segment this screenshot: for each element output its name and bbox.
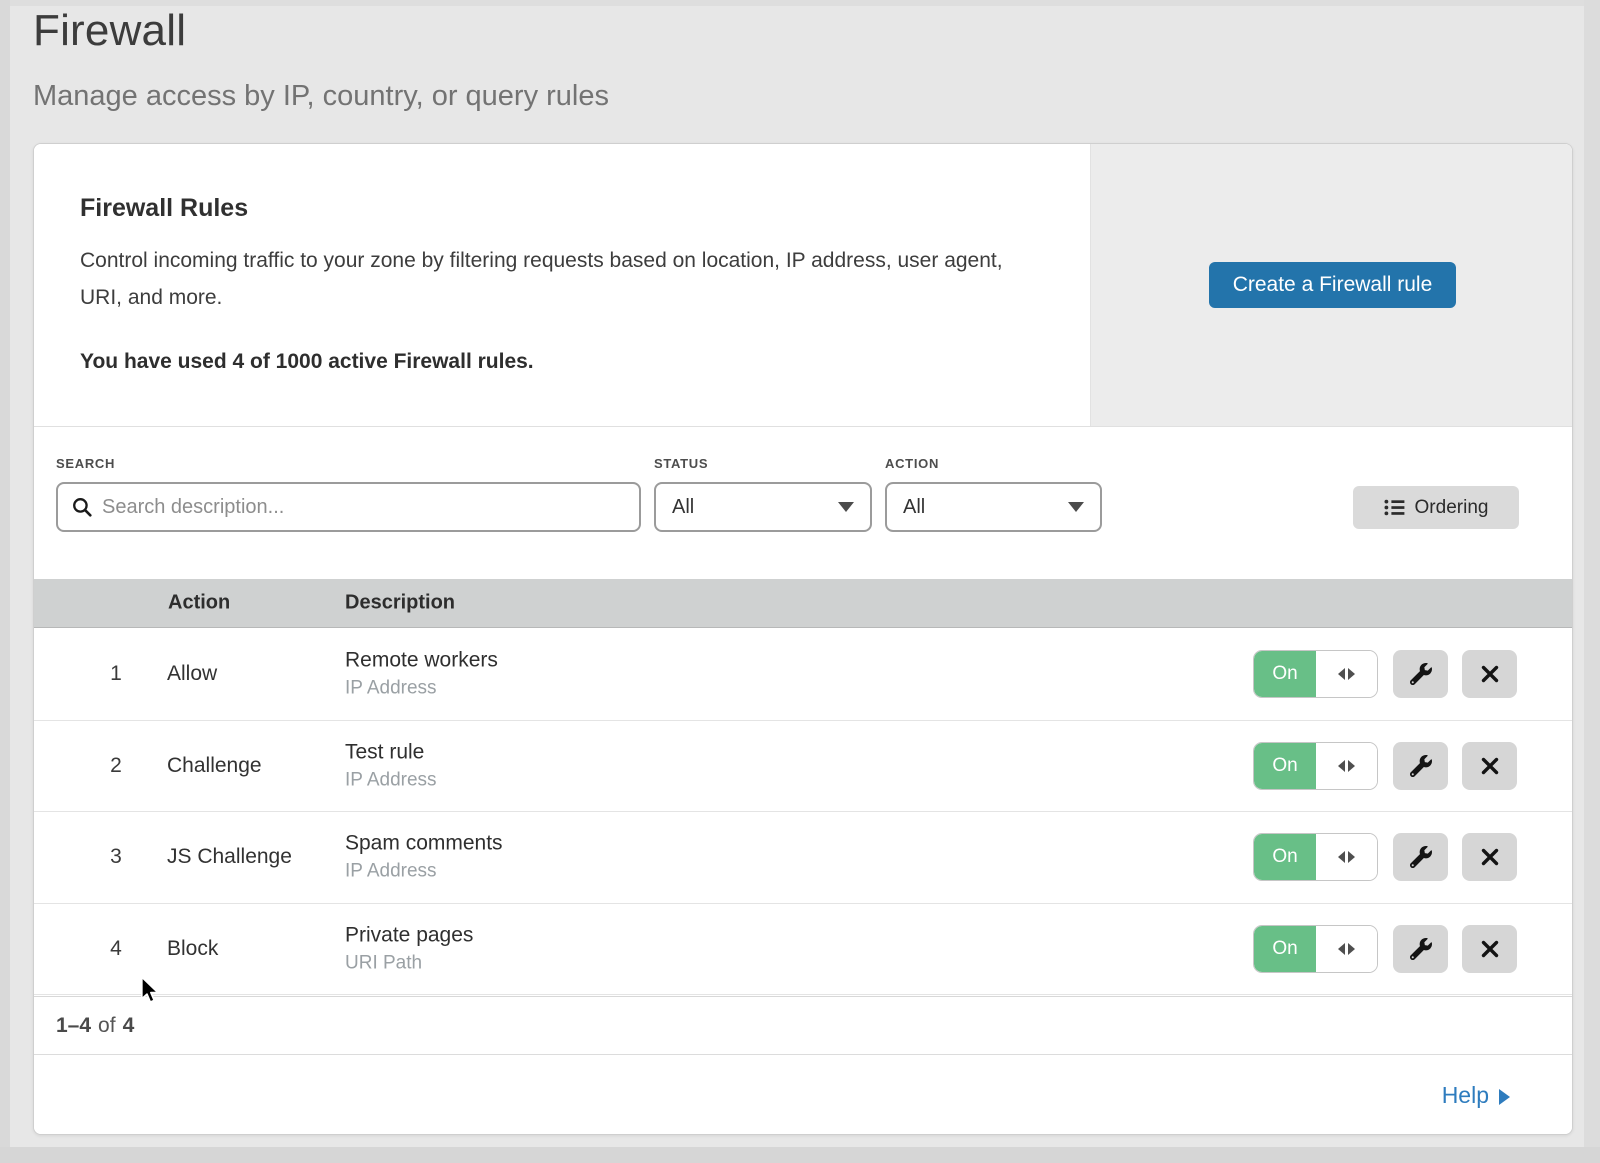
toggle-on-label: On [1254,651,1316,697]
pagination-of: of [98,1014,116,1038]
table-header: Action Description [34,579,1572,628]
left-right-arrows-icon [1316,743,1377,789]
search-input[interactable] [102,496,625,519]
rule-action: Block [167,937,218,961]
rule-toggle[interactable]: On [1253,742,1378,790]
help-link-label: Help [1442,1082,1489,1109]
firewall-rules-description: Control incoming traffic to your zone by… [80,242,1035,316]
wrench-icon [1410,938,1432,960]
rule-priority: 2 [94,754,138,778]
close-icon [1480,939,1500,959]
left-right-arrows-icon [1316,926,1377,972]
help-row: Help [34,1054,1572,1135]
rule-description: Private pages [345,923,473,947]
action-select[interactable]: All [885,482,1102,532]
search-icon [72,497,92,517]
close-icon [1480,756,1500,776]
rule-match-type: URI Path [345,952,473,974]
page-edge-left [0,0,10,1163]
rule-description: Remote workers [345,649,498,673]
status-selected-value: All [672,496,694,519]
left-right-arrows-icon [1316,651,1377,697]
help-link[interactable]: Help [1442,1082,1510,1109]
edit-rule-button[interactable] [1393,925,1448,973]
table-row: 4 Block Private pages URI Path On [34,904,1572,996]
status-label: STATUS [654,456,708,471]
toggle-on-label: On [1254,834,1316,880]
search-label: SEARCH [56,456,115,471]
page-edge-bottom [0,1147,1600,1163]
table-row: 1 Allow Remote workers IP Address On [34,629,1572,721]
edit-rule-button[interactable] [1393,742,1448,790]
intro-section: Firewall Rules Control incoming traffic … [34,144,1572,426]
edit-rule-button[interactable] [1393,650,1448,698]
delete-rule-button[interactable] [1462,742,1517,790]
rule-priority: 1 [94,662,138,686]
ordered-list-icon [1384,499,1405,516]
edit-rule-button[interactable] [1393,833,1448,881]
page-subtitle: Manage access by IP, country, or query r… [33,80,609,113]
delete-rule-button[interactable] [1462,925,1517,973]
ordering-button[interactable]: Ordering [1353,486,1519,529]
rule-description-cell: Test rule IP Address [345,740,437,791]
page-edge-right [1584,0,1600,1163]
close-icon [1480,664,1500,684]
rule-toggle[interactable]: On [1253,925,1378,973]
rule-description: Test rule [345,740,437,764]
toggle-on-label: On [1254,926,1316,972]
delete-rule-button[interactable] [1462,650,1517,698]
column-header-description: Description [345,592,455,615]
arrow-right-icon [1499,1089,1510,1105]
rule-toggle[interactable]: On [1253,833,1378,881]
rule-action: Challenge [167,754,262,778]
firewall-rules-heading: Firewall Rules [80,194,248,223]
rule-description: Spam comments [345,832,503,856]
search-box [56,482,641,532]
rule-description-cell: Spam comments IP Address [345,832,503,883]
page-title: Firewall [33,6,186,56]
wrench-icon [1410,846,1432,868]
wrench-icon [1410,663,1432,685]
chevron-down-icon [1068,502,1084,512]
page-edge-top [0,0,1600,6]
delete-rule-button[interactable] [1462,833,1517,881]
section-divider [34,426,1572,427]
rule-description-cell: Remote workers IP Address [345,649,498,700]
table-body: 1 Allow Remote workers IP Address On 2 C… [34,629,1572,995]
create-firewall-rule-button[interactable]: Create a Firewall rule [1209,262,1457,308]
rule-action: JS Challenge [167,845,292,869]
ordering-button-label: Ordering [1415,497,1489,519]
pagination-total: 4 [123,1014,135,1038]
rule-toggle[interactable]: On [1253,650,1378,698]
pagination-range: 1–4 [56,1014,91,1038]
column-header-action: Action [168,592,230,615]
table-row: 3 JS Challenge Spam comments IP Address … [34,812,1572,904]
action-selected-value: All [903,496,925,519]
action-label: ACTION [885,456,939,471]
rule-priority: 3 [94,845,138,869]
table-row: 2 Challenge Test rule IP Address On [34,721,1572,813]
intro-side-panel: Create a Firewall rule [1090,144,1573,426]
close-icon [1480,847,1500,867]
rule-action: Allow [167,662,217,686]
firewall-rules-card: Firewall Rules Control incoming traffic … [33,143,1573,1135]
pagination: 1–4 of 4 [34,996,1572,1054]
rule-match-type: IP Address [345,769,437,791]
status-select[interactable]: All [654,482,872,532]
rule-description-cell: Private pages URI Path [345,923,473,974]
chevron-down-icon [838,502,854,512]
left-right-arrows-icon [1316,834,1377,880]
wrench-icon [1410,755,1432,777]
toggle-on-label: On [1254,743,1316,789]
rule-match-type: IP Address [345,861,503,883]
rule-priority: 4 [94,937,138,961]
firewall-rules-usage: You have used 4 of 1000 active Firewall … [80,350,534,374]
rule-match-type: IP Address [345,678,498,700]
